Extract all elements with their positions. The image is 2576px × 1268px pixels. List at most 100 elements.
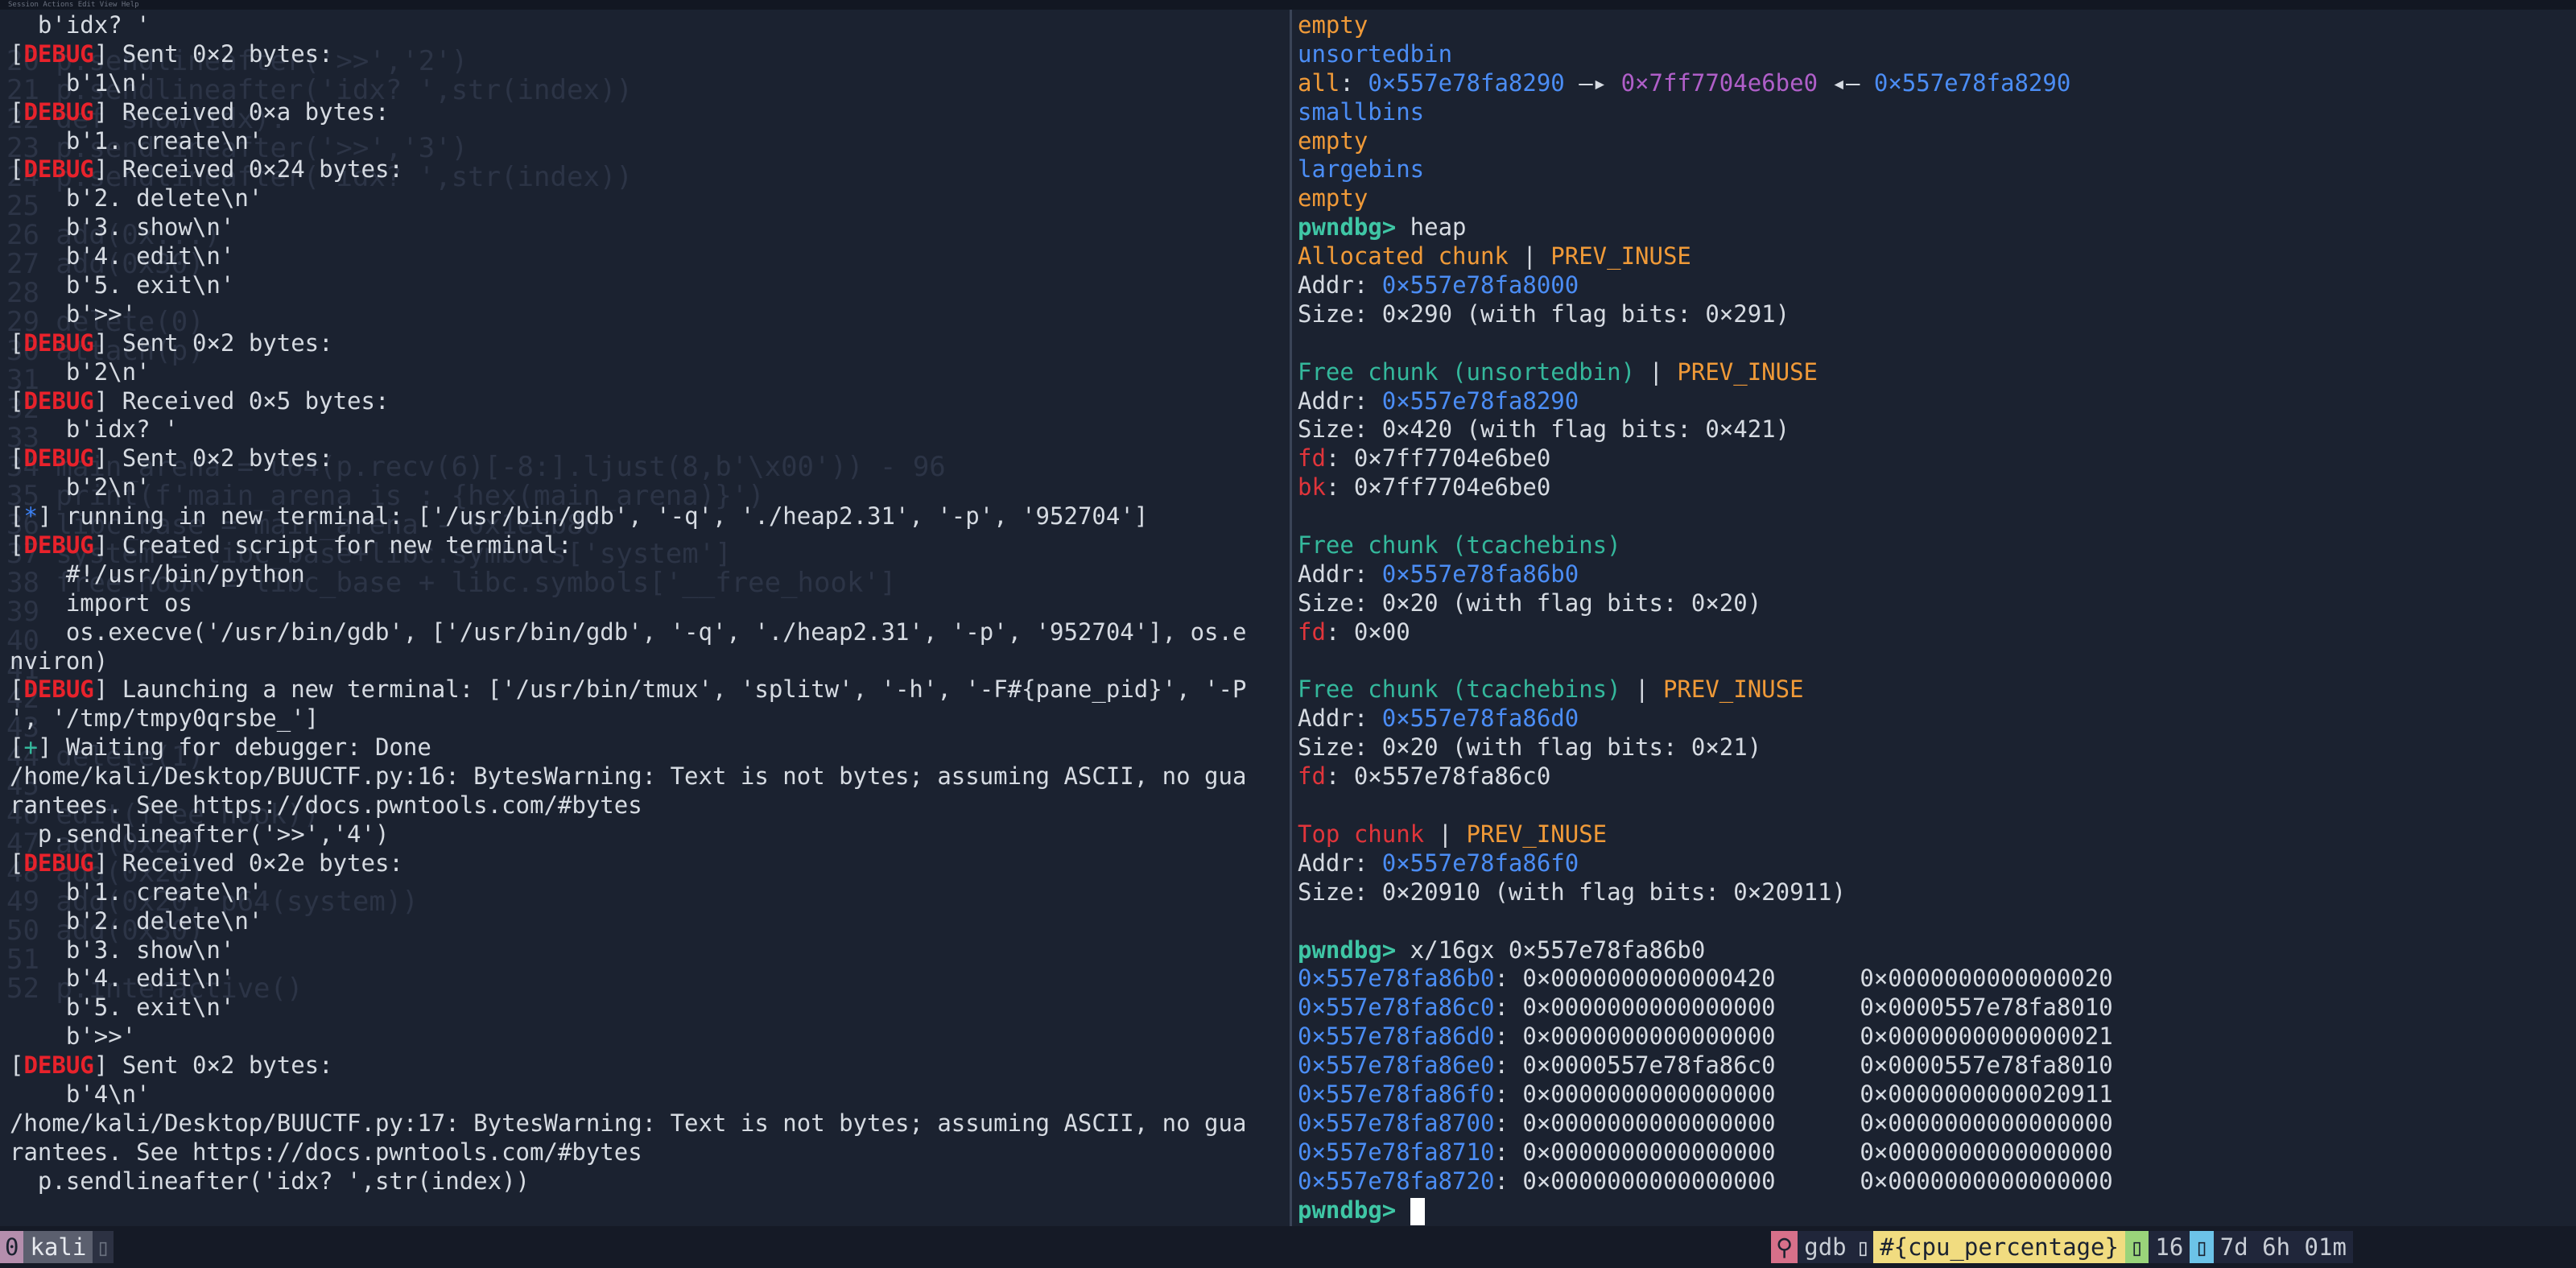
terminal-line: /home/kali/Desktop/BUUCTF.py:17: BytesWa… <box>10 1109 1288 1138</box>
terminal-text: b'3. show\n' <box>10 936 235 964</box>
terminal-line: Size: 0×420 (with flag bits: 0×421) <box>1298 415 2576 444</box>
terminal-line: b'2\n' <box>10 473 1288 502</box>
terminal-line: nviron) <box>10 647 1288 676</box>
terminal-text: rantees. See https://docs.pwntools.com/#… <box>10 791 642 820</box>
terminal-line: b'>>' <box>10 300 1288 329</box>
right-terminal-pane[interactable]: empty unsortedbin all: 0×557e78fa8290 —▸ 0… <box>1293 10 2576 1226</box>
terminal-line: [*] running in new terminal: ['/usr/bin/… <box>10 502 1288 531</box>
terminal-text: largebins <box>1298 155 1425 184</box>
terminal-line: smallbins <box>1298 98 2576 127</box>
terminal-text: ] Received 0×a bytes: <box>93 97 390 126</box>
terminal-text: | <box>1424 820 1467 848</box>
pane-divider[interactable] <box>1290 10 1292 1226</box>
terminal-text: [ <box>10 675 24 704</box>
text-cursor[interactable] <box>1410 1197 1425 1225</box>
terminal-text: : 0×557e78fa86c0 <box>1325 762 1551 791</box>
terminal-line: pwndbg> heap <box>1298 213 2576 242</box>
terminal-line: b'idx? ' <box>10 415 1288 444</box>
terminal-text: ] Sent 0×2 bytes: <box>93 39 333 68</box>
terminal-text: unsortedbin <box>1298 39 1453 68</box>
terminal-text: : 0×0000000000000000 0×0000000000000021 <box>1494 1022 2113 1051</box>
terminal-line: b'2. delete\n' <box>10 184 1288 213</box>
terminal-text: 0×557e78fa8290 <box>1381 386 1579 415</box>
left-terminal-pane[interactable]: 20 p.sendlineafter('>>','2') 21 p.sendlin… <box>0 10 1288 1226</box>
terminal-text: PREV_INUSE <box>1662 675 1804 704</box>
terminal-line: [DEBUG] Received 0×24 bytes: <box>10 155 1288 184</box>
terminal-text: DEBUG <box>23 97 94 126</box>
terminal-text: PREV_INUSE <box>1677 357 1818 386</box>
terminal-line: b'1. create\n' <box>10 127 1288 156</box>
terminal-text: : 0×0000000000000000 0×0000557e78fa8010 <box>1494 993 2113 1022</box>
terminal-text: pwndbg> <box>1298 1196 1397 1224</box>
terminal-text: b'3. show\n' <box>10 213 235 242</box>
terminal-line: [DEBUG] Launching a new terminal: ['/usr… <box>10 675 1288 704</box>
terminal-text: DEBUG <box>23 155 94 184</box>
terminal-line: Addr: 0×557e78fa86b0 <box>1298 560 2576 589</box>
terminal-line: b'2. delete\n' <box>10 907 1288 936</box>
terminal-line: 0×557e78fa86c0: 0×0000000000000000 0×000… <box>1298 993 2576 1022</box>
terminal-line: b'>>' <box>10 1022 1288 1051</box>
terminal-text: DEBUG <box>23 328 94 357</box>
menu-labels[interactable]: Session Actions Edit View Help <box>8 1 139 9</box>
terminal-line: [DEBUG] Created script for new terminal: <box>10 531 1288 560</box>
terminal-text: [ <box>10 849 24 877</box>
terminal-text: 0×557e78fa86b0 <box>1298 964 1495 993</box>
terminal-text: /home/kali/Desktop/BUUCTF.py:16: BytesWa… <box>10 762 1247 791</box>
terminal-line: rantees. See https://docs.pwntools.com/#… <box>10 1138 1288 1167</box>
terminal-text: b'>>' <box>10 299 137 328</box>
terminal-text: : 0×0000557e78fa86c0 0×0000557e78fa8010 <box>1494 1051 2113 1080</box>
terminal-text: ] Created script for new terminal: <box>93 531 572 560</box>
terminal-line: Free chunk (tcachebins) <box>1298 531 2576 560</box>
terminal-text: pwndbg> <box>1298 936 1397 964</box>
terminal-line: pwndbg> <box>1298 1196 2576 1225</box>
terminal-text: Addr: <box>1298 386 1382 415</box>
terminal-line: pwndbg> x/16gx 0×557e78fa86b0 <box>1298 936 2576 965</box>
terminal-icon: ⚲ <box>1771 1231 1798 1263</box>
terminal-text: b'4. edit\n' <box>10 242 235 271</box>
terminal-line: [+] Waiting for debugger: Done <box>10 733 1288 762</box>
terminal-line: [DEBUG] Sent 0×2 bytes: <box>10 40 1288 69</box>
terminal-line: Addr: 0×557e78fa8000 <box>1298 271 2576 300</box>
terminal-text: empty <box>1298 11 1368 39</box>
ram-icon: ▯ <box>2124 1231 2149 1263</box>
terminal-text: : 0×0000000000000000 0×0000000000020911 <box>1494 1080 2113 1108</box>
terminal-text: b'2. delete\n' <box>10 907 263 935</box>
session-index: 0 <box>0 1231 24 1263</box>
window-menu-bar[interactable]: Session Actions Edit View Help <box>0 0 2576 10</box>
terminal-text: PREV_INUSE <box>1550 242 1691 271</box>
window-name[interactable]: gdb <box>1798 1231 1853 1263</box>
terminal-text: ', '/tmp/tmpy0qrsbe_'] <box>10 704 320 733</box>
terminal-line: empty <box>1298 127 2576 156</box>
terminal-text: DEBUG <box>23 1051 94 1080</box>
terminal-text: b'1. create\n' <box>10 126 263 155</box>
pwntools-output: b'idx? ' [DEBUG] Sent 0×2 bytes: b'1\n' [D… <box>0 10 1288 1196</box>
terminal-text: Size: 0×20 (with flag bits: 0×20) <box>1298 589 1762 617</box>
terminal-text: DEBUG <box>23 386 94 415</box>
terminal-line: b'2\n' <box>10 358 1288 387</box>
terminal-text: Addr: <box>1298 560 1382 588</box>
terminal-text: nviron) <box>10 646 109 675</box>
terminal-text: import os <box>10 589 192 617</box>
terminal-line: fd: 0×557e78fa86c0 <box>1298 762 2576 791</box>
terminal-text: DEBUG <box>23 39 94 68</box>
terminal-text: fd <box>1298 617 1326 646</box>
terminal-text: ] running in new terminal: ['/usr/bin/gd… <box>37 502 1149 531</box>
terminal-line: b'3. show\n' <box>10 213 1288 242</box>
session-segment[interactable]: 0 kali ▯ <box>0 1226 114 1268</box>
terminal-text: rantees. See https://docs.pwntools.com/#… <box>10 1138 642 1166</box>
cpu-icon: ▯ <box>1852 1231 1874 1263</box>
terminal-text: [ <box>10 733 24 762</box>
terminal-text: * <box>23 502 38 531</box>
terminal-line: empty <box>1298 184 2576 213</box>
terminal-text: ] Received 0×5 bytes: <box>93 386 390 415</box>
terminal-text: 0×7ff7704e6be0 <box>1620 68 1818 97</box>
terminal-text: Size: 0×20 (with flag bits: 0×21) <box>1298 733 1762 762</box>
terminal-text: : 0×0000000000000420 0×0000000000000020 <box>1494 964 2113 993</box>
terminal-line: [DEBUG] Sent 0×2 bytes: <box>10 1051 1288 1080</box>
terminal-text: —▸ <box>1564 68 1621 97</box>
terminal-line: Free chunk (tcachebins) | PREV_INUSE <box>1298 675 2576 704</box>
terminal-line: Addr: 0×557e78fa86f0 <box>1298 849 2576 878</box>
